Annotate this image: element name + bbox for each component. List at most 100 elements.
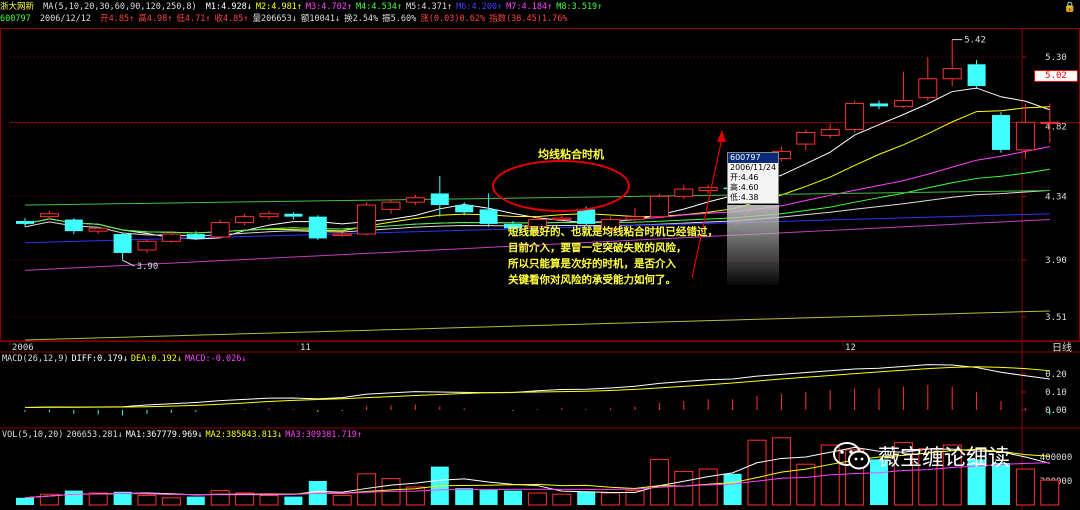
volume-bar <box>16 497 34 505</box>
candle-body <box>552 217 572 221</box>
price-axis-label: 4.34 <box>1045 192 1067 202</box>
macd-title-item: DEA:0.192↓ <box>130 354 183 364</box>
candle-body <box>64 219 83 232</box>
candle-body <box>649 195 669 218</box>
macd-title-item: MACD(26,12,9) <box>2 354 69 364</box>
volume-bar <box>210 490 230 506</box>
candle-body <box>870 103 888 107</box>
tooltip-high: 高:4.60 <box>730 183 759 192</box>
low-label: 3.90 <box>137 262 159 272</box>
candle-body <box>381 201 401 210</box>
volume-bar <box>723 473 742 505</box>
volume-bar <box>649 458 669 506</box>
candle-body <box>479 209 498 224</box>
candle-body <box>1015 121 1035 151</box>
volume-bar <box>601 492 621 506</box>
volume-bar <box>186 496 205 505</box>
period-label: 日线 <box>1052 341 1072 354</box>
stock-chart-window: 浙大网新 MA(5,10,20,30,60,90,120,250,8) M1:4… <box>0 0 1080 510</box>
candle-body <box>113 234 132 253</box>
macd-title: MACD(26,12,9) DIFF:0.179↓ DEA:0.192↓ MACD:-… <box>2 354 249 364</box>
candle-body <box>186 234 205 239</box>
tooltip-date: 2006/11/24 <box>730 163 777 172</box>
volume-title-item: VOL(5,10,20) <box>2 430 64 440</box>
price-axis-label: 3.90 <box>1045 256 1067 266</box>
volume-bar <box>577 491 596 505</box>
candle-body <box>893 100 913 107</box>
candle-tooltip: 600797 2006/11/24 开:4.46 高:4.60 低:4.38 <box>727 152 779 204</box>
date-label: 11 <box>300 343 311 353</box>
tooltip-open: 开:4.46 <box>730 173 759 182</box>
tooltip-code: 600797 <box>728 153 778 163</box>
volume-title-item: MA2:385843.813↓ <box>205 430 283 440</box>
candle-body <box>161 233 181 242</box>
candle-body <box>845 102 865 131</box>
annotation-line: 目前介入，要冒一定突破失败的风险， <box>508 242 687 254</box>
candle-body <box>210 221 230 238</box>
annotation-title: 均线粘合时机 <box>538 148 604 161</box>
candle-body <box>430 193 449 206</box>
candle-body <box>405 197 425 203</box>
watermark: 薇宝缠论细读 <box>832 440 1010 472</box>
candle-body <box>332 233 352 237</box>
volume-bar <box>332 494 352 506</box>
tooltip-shadow <box>727 205 779 285</box>
ma7-line <box>24 190 1050 206</box>
volume-title-item: 206653.281↓ <box>66 430 123 440</box>
volume-bar <box>552 493 572 506</box>
candle-body <box>918 78 938 99</box>
candle-body <box>942 68 962 80</box>
candle-body <box>455 205 474 213</box>
arrow-head <box>717 130 726 142</box>
candle-body <box>235 216 255 223</box>
dea-line <box>24 366 1050 408</box>
volume-bar <box>479 489 498 505</box>
volume-bar <box>698 468 718 506</box>
macd-axis-label: 0.10 <box>1045 388 1067 398</box>
high-label: 5.42 <box>964 36 986 46</box>
volume-bar <box>64 490 83 505</box>
ma8-line <box>24 310 1050 341</box>
volume-bar <box>284 496 303 505</box>
price-axis-label: 4.82 <box>1045 123 1067 133</box>
annotation-line: 短线最好的、也就是均线粘合时机已经错过， <box>508 226 718 238</box>
candle-body <box>39 213 59 218</box>
candle-body <box>88 227 108 232</box>
volume-title: VOL(5,10,20) 206653.281↓ MA1:367779.969↓ MA… <box>2 430 365 440</box>
candle-body <box>992 115 1010 150</box>
volume-title-item: MA1:367779.969↓ <box>125 430 203 440</box>
candle-body <box>674 188 694 197</box>
candle-body <box>625 216 645 221</box>
candle-body <box>698 187 718 192</box>
main-panel-frame <box>0 28 1080 342</box>
wechat-icon <box>832 441 872 471</box>
volume-bar <box>161 497 181 506</box>
current-price-tag: 5.02 <box>1034 70 1078 82</box>
volume-bar <box>137 494 157 506</box>
volume-bar <box>504 490 522 505</box>
tooltip-low: 低:4.38 <box>730 193 759 202</box>
macd-title-item: DIFF:0.179↓ <box>71 354 128 364</box>
price-axis-label: 5.30 <box>1045 53 1067 63</box>
volume-bar <box>1015 468 1035 506</box>
candle-body <box>308 216 327 239</box>
candle-body <box>1040 121 1060 124</box>
annotation-line: 关键看你对风险的承受能力如何了。 <box>508 274 676 286</box>
date-label: 2006 <box>12 343 34 353</box>
volume-bar <box>747 439 767 506</box>
macd-title-item: MACD:-0.026↓ <box>185 354 247 364</box>
candle-body <box>137 240 157 251</box>
candle-body <box>259 213 279 218</box>
annotation-line: 所以只能算是次好的时机，是否介入 <box>508 258 676 270</box>
candle-body <box>16 221 34 224</box>
volume-bar <box>1040 479 1060 506</box>
macd-axis-label: 0.00 <box>1045 406 1067 416</box>
candle-body <box>796 131 816 145</box>
candle-body <box>820 129 840 136</box>
watermark-text: 薇宝缠论细读 <box>878 446 1011 471</box>
date-label: 12 <box>845 343 856 353</box>
candle-body <box>284 213 303 217</box>
volume-bar <box>455 488 474 505</box>
candle-body <box>967 64 986 87</box>
volume-bar <box>674 470 694 506</box>
